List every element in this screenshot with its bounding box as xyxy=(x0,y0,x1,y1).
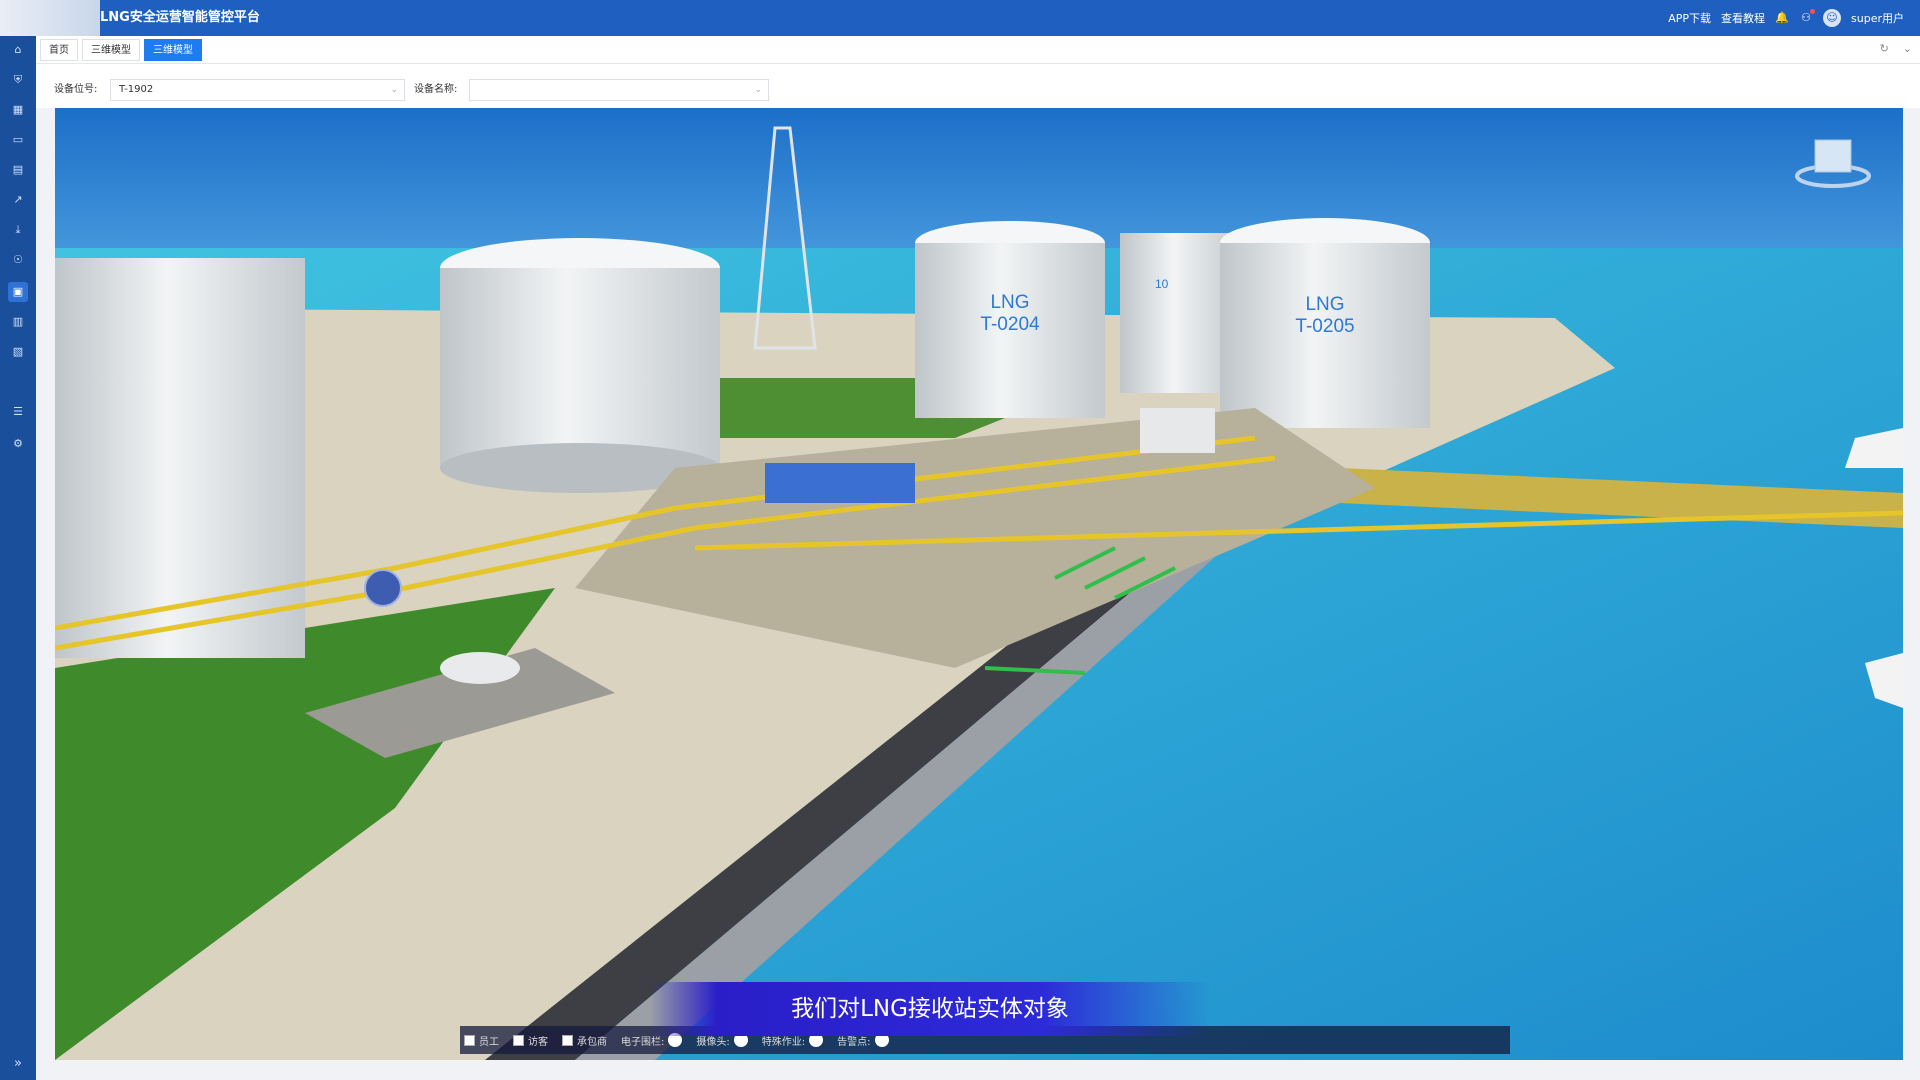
logo xyxy=(0,0,100,36)
model-icon[interactable]: ▣ xyxy=(8,282,28,302)
refresh-icon[interactable]: ↻ xyxy=(1880,42,1889,55)
globe-marker xyxy=(364,569,402,607)
tab-3d-model[interactable]: 三维模型 xyxy=(82,39,140,61)
legend-contractor[interactable]: 承包商 xyxy=(562,1033,607,1048)
tank-t0205: LNG T-0205 xyxy=(1220,218,1430,428)
tank-partial-label: 10 xyxy=(1155,277,1169,291)
header-actions: APP下载 查看教程 🔔 ⚇ ☺ super用户 xyxy=(1668,0,1904,36)
gear-icon[interactable]: ⚙ xyxy=(8,434,28,454)
contractor-label: 承包商 xyxy=(577,1036,607,1048)
legend-visitor[interactable]: 访客 xyxy=(513,1033,548,1048)
shield-icon[interactable]: ⛨ xyxy=(8,70,28,90)
tank-center xyxy=(440,238,720,493)
visitor-label: 访客 xyxy=(528,1036,548,1048)
map-icon[interactable]: ☉ xyxy=(8,250,28,270)
sidebar: ⌂ ⛨ ▦ ▭ ▤ ↗ ⤓ ☉ ▣ ▥ ▧ ☰ ⚙ » xyxy=(0,36,36,1080)
user-name[interactable]: super用户 xyxy=(1851,10,1904,26)
avatar[interactable]: ☺ xyxy=(1823,9,1842,27)
tab-home[interactable]: 首页 xyxy=(40,39,78,61)
chevron-down-icon: ⌄ xyxy=(754,85,762,95)
app-download-link[interactable]: APP下载 xyxy=(1668,10,1711,26)
staff-label: 员工 xyxy=(479,1036,499,1048)
legend-staff[interactable]: 员工 xyxy=(464,1033,499,1048)
trend-icon[interactable]: ↗ xyxy=(8,190,28,210)
cube-icon xyxy=(1795,139,1871,188)
report-icon[interactable]: ▧ xyxy=(8,342,28,362)
name-label: 设备名称: xyxy=(414,84,458,95)
chevron-down-icon[interactable]: ⌄ xyxy=(1903,42,1912,55)
home-icon[interactable]: ⌂ xyxy=(8,40,28,60)
top-bar: LNG安全运营智能管控平台 APP下载 查看教程 🔔 ⚇ ☺ super用户 xyxy=(0,0,1920,36)
3d-scene-viewport[interactable]: LNG T-0204 10 LNG T-0205 xyxy=(55,108,1903,1060)
tank-left-near xyxy=(55,258,305,658)
tank-t0204: LNG T-0204 xyxy=(915,221,1105,418)
doc-icon[interactable]: ▤ xyxy=(8,160,28,180)
list-icon[interactable]: ☰ xyxy=(8,402,28,422)
tutorial-link[interactable]: 查看教程 xyxy=(1721,10,1765,26)
tab-tools: ↻ ⌄ xyxy=(1880,42,1912,55)
monitor-icon[interactable]: ▭ xyxy=(8,130,28,150)
chevron-down-icon: ⌄ xyxy=(390,85,398,95)
chart-icon[interactable]: ▦ xyxy=(8,100,28,120)
position-select[interactable]: T-1902 ⌄ xyxy=(110,79,405,101)
video-caption: 我们对LNG接收站实体对象 xyxy=(650,982,1210,1036)
horizontal-tank xyxy=(440,652,520,684)
position-value: T-1902 xyxy=(119,84,154,95)
visitor-checkbox[interactable] xyxy=(513,1034,524,1046)
tank-t0204-label-line1: LNG xyxy=(990,292,1029,313)
file-icon[interactable]: ▥ xyxy=(8,312,28,332)
tab-bar: 首页 三维模型 三维模型 ↻ ⌄ xyxy=(36,36,1920,64)
tank-t0205-label-line1: LNG xyxy=(1305,294,1344,315)
position-label: 设备位号: xyxy=(54,84,98,95)
download-icon[interactable]: ⤓ xyxy=(8,220,28,240)
user-icon[interactable]: ⚇ xyxy=(1799,9,1816,25)
bell-icon[interactable]: 🔔 xyxy=(1775,11,1789,25)
contractor-checkbox[interactable] xyxy=(562,1034,573,1046)
tank-t0204-label-line2: T-0204 xyxy=(980,314,1040,335)
name-select[interactable]: ⌄ xyxy=(469,79,769,101)
building xyxy=(765,463,915,503)
tank-t0205-label-line2: T-0205 xyxy=(1295,316,1354,337)
tab-3d-model-active[interactable]: 三维模型 xyxy=(144,39,202,61)
scene-canvas: LNG T-0204 10 LNG T-0205 xyxy=(55,108,1903,1060)
staff-checkbox[interactable] xyxy=(464,1034,475,1046)
view-cube[interactable] xyxy=(1793,132,1873,192)
collapse-sidebar-button[interactable]: » xyxy=(8,1054,28,1074)
control-house xyxy=(1140,408,1215,453)
app-title: LNG安全运营智能管控平台 xyxy=(100,10,260,25)
